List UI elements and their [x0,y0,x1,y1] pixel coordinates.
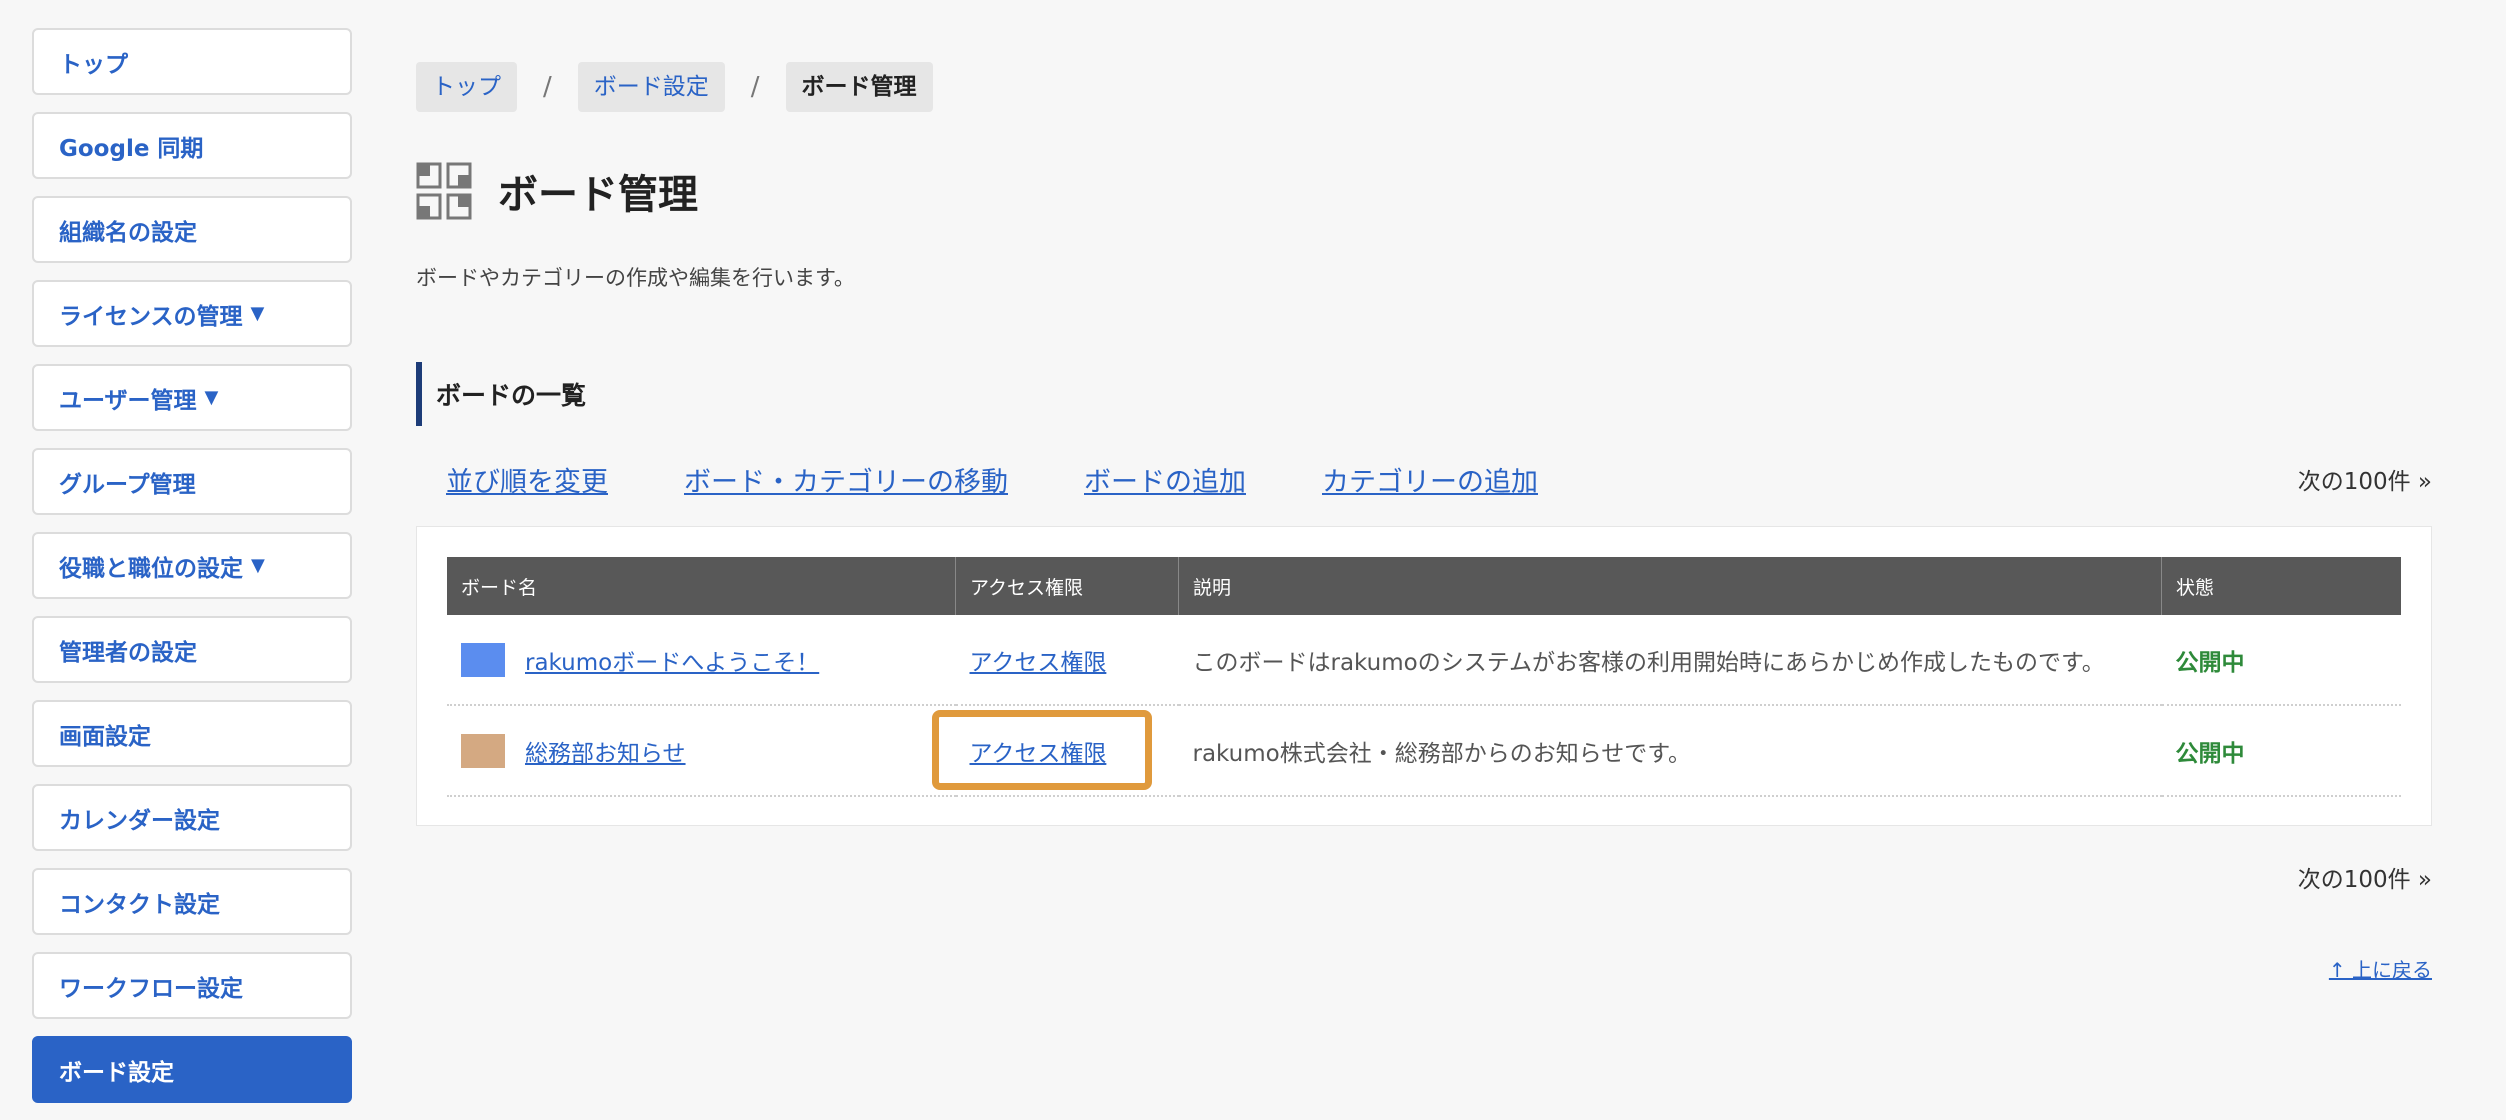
board-grid-icon [416,162,472,220]
breadcrumb-separator: / [750,72,760,102]
page: トップ Google 同期 組織名の設定 ライセンスの管理 ▼ ユーザー管理 ▼ グ… [0,0,2506,1120]
access-cell: アクセス権限 [955,615,1179,706]
access-cell: アクセス権限 [931,705,1179,797]
reorder-link[interactable]: 並び順を変更 [446,460,608,499]
caret-down-icon: ▼ [204,387,219,408]
sidebar-item-top[interactable]: トップ [32,28,352,95]
sidebar-item-label: グループ管理 [59,471,196,498]
sidebar-item-display[interactable]: 画面設定 [32,700,352,767]
table-header-row: ボード名 アクセス権限 説明 状態 [447,557,2401,615]
action-links: 並び順を変更 ボード・カテゴリーの移動 ボードの追加 カテゴリーの追加 [446,460,1614,499]
access-permission-link[interactable]: アクセス権限 [970,741,1107,767]
sidebar-item-organization-name[interactable]: 組織名の設定 [32,196,352,263]
sidebar-item-label: コンタクト設定 [59,891,220,918]
sidebar-item-label: カレンダー設定 [59,807,220,834]
sidebar-item-label: 役職と職位の設定 [59,555,243,582]
column-header-description: 説明 [1178,557,2162,615]
sidebar-item-users[interactable]: ユーザー管理 ▼ [32,364,352,431]
next-page-link-top[interactable]: 次の100件 » [2298,462,2432,496]
sidebar-item-license[interactable]: ライセンスの管理 ▼ [32,280,352,347]
sidebar-item-admins[interactable]: 管理者の設定 [32,616,352,683]
status-cell: 公開中 [2161,615,2401,706]
board-name-cell: 総務部お知らせ [447,705,956,797]
back-to-top-link[interactable]: ↑ 上に戻る [2329,954,2432,983]
sidebar-item-google-sync[interactable]: Google 同期 [32,112,352,179]
sidebar-item-label: 画面設定 [59,723,151,750]
sidebar-item-positions[interactable]: 役職と職位の設定 ▼ [32,532,352,599]
page-description: ボードやカテゴリーの作成や編集を行います。 [416,266,855,290]
sidebar-item-label: ライセンスの管理 [59,303,243,330]
breadcrumb-current: ボード管理 [785,62,933,112]
sidebar-item-label: 管理者の設定 [59,639,197,666]
board-color-swatch [461,733,505,768]
add-board-link[interactable]: ボードの追加 [1084,460,1246,499]
access-permission-link[interactable]: アクセス権限 [970,650,1107,676]
sidebar-item-label: ユーザー管理 [59,387,197,414]
sidebar-item-label: ボード設定 [59,1059,174,1086]
sidebar-item-label: Google 同期 [59,135,204,162]
sidebar-item-groups[interactable]: グループ管理 [32,448,352,515]
caret-down-icon: ▼ [251,555,265,576]
column-header-access: アクセス権限 [955,557,1179,615]
breadcrumb-board-settings[interactable]: ボード設定 [577,62,725,112]
sidebar-item-calendar[interactable]: カレンダー設定 [32,784,352,851]
column-header-status: 状態 [2161,557,2401,615]
sidebar-item-label: トップ [59,51,128,78]
board-table-panel: ボード名 アクセス権限 説明 状態 rakumoボードへようこそ！ アクセス権限… [416,526,2432,826]
title-row: ボード管理 [416,162,698,220]
sidebar-item-workflow[interactable]: ワークフロー設定 [32,952,352,1019]
caret-down-icon: ▼ [250,303,265,324]
status-cell: 公開中 [2161,705,2401,797]
status-badge: 公開中 [2175,649,2245,676]
highlight-wrap: アクセス権限 [931,709,1152,790]
section-heading: ボードの一覧 [416,362,836,426]
description-cell: このボードはrakumoのシステムがお客様の利用開始時にあらかじめ作成したもので… [1178,615,2162,706]
page-title: ボード管理 [498,172,698,218]
sidebar-item-label: ワークフロー設定 [59,975,243,1002]
table-row: rakumoボードへようこそ！ アクセス権限 このボードはrakumoのシステム… [447,615,2401,706]
sidebar-item-contact[interactable]: コンタクト設定 [32,868,352,935]
breadcrumb: トップ / ボード設定 / ボード管理 [416,62,933,112]
board-name-link[interactable]: 総務部お知らせ [525,734,686,768]
board-name-cell: rakumoボードへようこそ！ [447,615,956,706]
next-page-link-bottom[interactable]: 次の100件 » [2298,860,2432,894]
breadcrumb-separator: / [543,72,552,102]
sidebar: トップ Google 同期 組織名の設定 ライセンスの管理 ▼ ユーザー管理 ▼ グ… [32,28,352,1120]
description-cell: rakumo株式会社・総務部からのお知らせです。 [1178,705,2162,797]
board-color-swatch [461,642,505,677]
add-category-link[interactable]: カテゴリーの追加 [1322,460,1538,499]
status-badge: 公開中 [2175,740,2245,767]
table-row: 総務部お知らせ アクセス権限 rakumo株式会社・総務部からのお知らせです。 … [447,705,2401,797]
board-name-link[interactable]: rakumoボードへようこそ！ [525,643,819,677]
move-board-category-link[interactable]: ボード・カテゴリーの移動 [684,460,1008,499]
breadcrumb-top[interactable]: トップ [416,62,517,112]
board-table: ボード名 アクセス権限 説明 状態 rakumoボードへようこそ！ アクセス権限… [447,557,2401,797]
column-header-board-name: ボード名 [447,557,956,615]
sidebar-item-board-settings[interactable]: ボード設定 [32,1036,352,1103]
sidebar-item-label: 組織名の設定 [59,219,197,246]
